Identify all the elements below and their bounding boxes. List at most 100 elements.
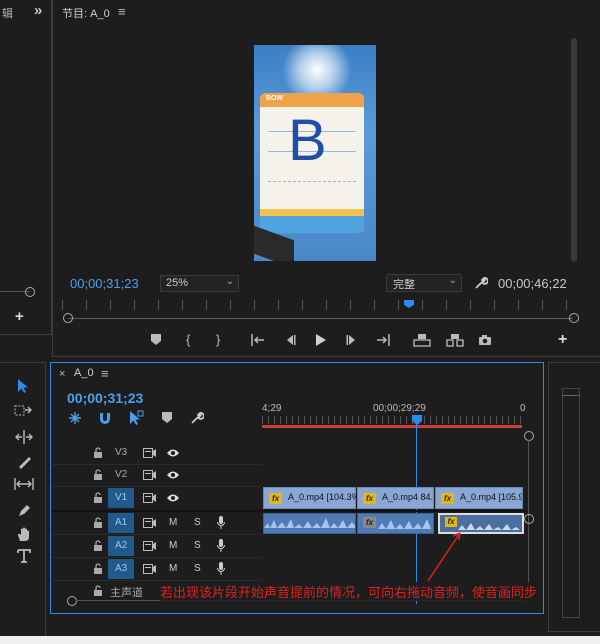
zoom-select[interactable]: 25% ⌄ [160, 275, 239, 292]
horizontal-scroll-left-knob[interactable] [67, 596, 77, 606]
play-icon [316, 334, 326, 346]
video-clip[interactable]: fx A_0.mp4 [104.3%] [263, 487, 362, 509]
mute-button[interactable]: M [169, 517, 177, 528]
eye-icon[interactable] [166, 448, 180, 458]
lock-icon[interactable] [93, 540, 103, 551]
monitor-scrollbar[interactable] [571, 38, 577, 262]
mark-out-button[interactable]: } [216, 332, 220, 347]
lock-icon[interactable] [93, 447, 103, 458]
go-to-out-icon [377, 334, 390, 346]
track-target-a2[interactable]: A2 [108, 536, 134, 556]
play-button[interactable] [315, 333, 327, 347]
duration-timecode: 00;00;46;22 [498, 276, 567, 291]
video-clip[interactable]: fx A_0.mp4 [105.9%] [435, 487, 523, 509]
snap-icon [100, 413, 110, 424]
toggle-output-icon[interactable] [143, 470, 156, 480]
toggle-output-icon[interactable] [143, 448, 156, 458]
time-ruler[interactable] [262, 416, 522, 424]
lock-icon[interactable] [93, 563, 103, 574]
mic-icon[interactable] [217, 539, 225, 552]
mic-icon[interactable] [217, 516, 225, 529]
lock-icon[interactable] [93, 469, 103, 480]
extract-button[interactable] [446, 333, 464, 347]
step-back-button[interactable] [284, 334, 296, 346]
timeline-timecode[interactable]: 00;00;31;23 [67, 390, 143, 406]
mute-button[interactable]: M [169, 540, 177, 551]
hand-tool[interactable] [16, 526, 32, 542]
track-select-tool[interactable] [14, 404, 32, 418]
toggle-sync-lock-icon[interactable] [143, 518, 156, 528]
mic-icon[interactable] [217, 562, 225, 575]
lift-button[interactable] [413, 333, 431, 347]
sequence-menu-icon[interactable]: ≡ [101, 366, 109, 381]
card-footer-clouds [260, 209, 364, 233]
lock-icon[interactable] [93, 492, 103, 503]
monitor-time-ruler[interactable] [62, 300, 577, 310]
vertical-scroll-top-knob[interactable] [524, 431, 534, 441]
razor-tool[interactable] [17, 455, 31, 469]
go-to-in-icon [251, 334, 264, 346]
program-monitor-menu-icon[interactable]: ≡ [118, 4, 126, 19]
marker-icon [151, 334, 161, 345]
solo-button[interactable]: S [194, 540, 201, 551]
pen-tool[interactable] [17, 503, 31, 517]
audio-clip[interactable] [263, 513, 356, 534]
ripple-edit-tool[interactable] [15, 430, 33, 444]
pen-icon [19, 505, 30, 516]
expand-panels-button[interactable]: » [34, 2, 42, 19]
go-to-in-button[interactable] [251, 334, 265, 346]
timeline-settings-button[interactable] [190, 411, 204, 425]
vertical-scroll-mid-knob[interactable] [524, 514, 534, 524]
go-to-out-button[interactable] [376, 334, 390, 346]
wrench-icon[interactable] [474, 276, 488, 290]
track-target-v1[interactable]: V1 [108, 488, 134, 508]
selection-tool-icon [18, 379, 28, 393]
zoom-scroll-left-knob[interactable] [63, 313, 73, 323]
monitor-zoom-scrollbar[interactable] [68, 318, 573, 319]
work-area-bar[interactable] [262, 425, 522, 428]
annotation-text: 若出现该片段开始声音提前的情况，可向右拖动音频，使音画同步 [160, 582, 538, 601]
left-add-button[interactable]: + [15, 308, 24, 325]
toggle-sync-lock-icon[interactable] [143, 564, 156, 574]
source-patch-v1[interactable] [58, 489, 78, 506]
extract-icon [446, 334, 464, 347]
toggle-output-icon[interactable] [143, 493, 156, 503]
track-target-a1[interactable]: A1 [108, 513, 134, 533]
track-row-a3 [52, 558, 262, 581]
solo-button[interactable]: S [194, 517, 201, 528]
linked-selection-button[interactable] [128, 410, 144, 426]
left-scroll-knob[interactable] [25, 287, 35, 297]
type-tool[interactable] [17, 549, 31, 563]
mute-button[interactable]: M [169, 563, 177, 574]
current-timecode[interactable]: 00;00;31;23 [70, 276, 139, 291]
lock-icon[interactable] [93, 517, 103, 528]
selection-tool[interactable] [16, 378, 30, 394]
eye-icon[interactable] [166, 470, 180, 480]
quality-select[interactable]: 完整 ⌄ [386, 274, 462, 292]
mark-in-button[interactable]: { [186, 332, 190, 347]
step-forward-button[interactable] [346, 334, 358, 346]
track-row-a2 [52, 535, 262, 558]
add-marker-timeline-button[interactable] [162, 412, 172, 424]
window-bottom-edge [0, 636, 600, 644]
track-label: V2 [115, 469, 128, 480]
eye-icon[interactable] [166, 493, 180, 503]
export-frame-button[interactable] [478, 334, 492, 346]
toggle-sync-lock-icon[interactable] [143, 541, 156, 551]
insert-nest-button[interactable] [68, 411, 82, 425]
snap-button[interactable] [98, 411, 112, 425]
add-marker-button[interactable] [151, 334, 161, 346]
slip-tool[interactable] [14, 478, 34, 490]
video-clip[interactable]: fx A_0.mp4 84.9 [357, 487, 434, 509]
lift-icon [413, 334, 431, 347]
button-editor-add-button[interactable]: + [558, 331, 567, 349]
lock-icon[interactable] [93, 585, 103, 596]
solo-button[interactable]: S [194, 563, 201, 574]
track-target-a3[interactable]: A3 [108, 559, 134, 579]
close-sequence-button[interactable]: × [59, 368, 65, 380]
sequence-tab[interactable]: A_0 [74, 367, 94, 379]
program-monitor-title[interactable]: 节目: A_0 [62, 5, 110, 21]
track-label: V1 [115, 492, 128, 503]
zoom-scroll-right-knob[interactable] [569, 313, 579, 323]
clip-name: A_0.mp4 [105.9%] [460, 492, 523, 502]
